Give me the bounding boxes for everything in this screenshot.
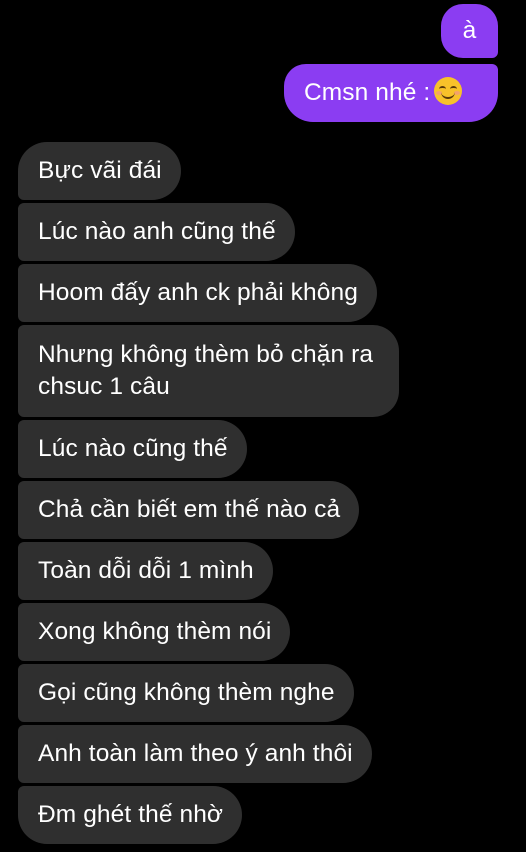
received-message[interactable]: Chả cần biết em thế nào cả <box>18 481 360 539</box>
received-message[interactable]: Hoom đấy anh ck phải không <box>18 264 377 322</box>
message-text: Gọi cũng không thèm nghe <box>38 679 335 706</box>
received-message[interactable]: Xong không thèm nói <box>18 603 291 661</box>
message-text: Lúc nào anh cũng thế <box>38 218 276 245</box>
message-text: Chả cần biết em thế nào cả <box>38 496 341 523</box>
message-text: Hoom đấy anh ck phải không <box>38 279 358 306</box>
received-message[interactable]: Lúc nào cũng thế <box>18 420 247 478</box>
received-message[interactable]: Anh toàn làm theo ý anh thôi <box>18 725 372 783</box>
received-message[interactable]: Nhưng không thèm bỏ chặn ra chsuc 1 câu <box>18 325 400 417</box>
message-text: Toàn dỗi dỗi 1 mình <box>38 557 254 584</box>
received-message[interactable]: Bực vãi đái <box>18 142 181 200</box>
message-text: Nhưng không thèm bỏ chặn ra <box>38 341 374 368</box>
message-text: Đm ghét thế nhờ <box>38 801 224 828</box>
message-text: Lúc nào cũng thế <box>38 435 228 462</box>
received-message[interactable]: Toàn dỗi dỗi 1 mình <box>18 542 273 600</box>
message-text: chsuc 1 câu <box>38 373 170 400</box>
message-text: Anh toàn làm theo ý anh thôi <box>38 740 353 767</box>
sent-message[interactable]: à <box>441 4 498 58</box>
message-text: Cmsn nhé : <box>304 79 431 106</box>
message-text: Bực vãi đái <box>38 157 162 184</box>
message-text: à <box>462 17 477 44</box>
received-message[interactable]: Gọi cũng không thèm nghe <box>18 664 354 722</box>
smiling-face-icon <box>434 77 463 105</box>
chat-thread: à Cmsn nhé : Bực vãi đái Lúc nào anh cũn… <box>0 0 526 852</box>
received-message[interactable]: Đm ghét thế nhờ <box>18 786 243 844</box>
received-message[interactable]: Lúc nào anh cũng thế <box>18 203 295 261</box>
sent-message[interactable]: Cmsn nhé : <box>284 64 498 122</box>
message-text: Xong không thèm nói <box>38 618 272 645</box>
